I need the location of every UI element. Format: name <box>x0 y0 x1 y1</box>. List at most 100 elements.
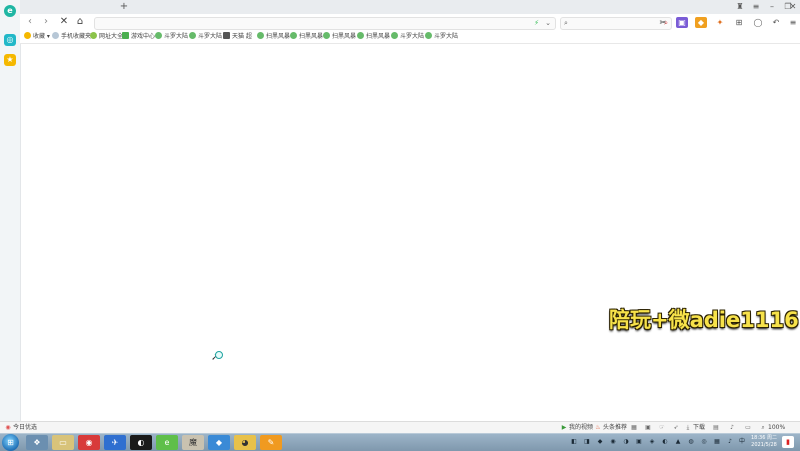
ime-icon[interactable]: 中 <box>738 438 746 446</box>
tray-icon[interactable]: ◧ <box>570 438 578 446</box>
shirt-skin-icon[interactable]: ♜ <box>732 0 748 14</box>
tray-icon[interactable]: ◑ <box>622 438 630 446</box>
globe-icon <box>290 32 297 39</box>
globe-icon <box>189 32 196 39</box>
lightning-icon[interactable]: ⚡ <box>534 18 539 29</box>
star-icon <box>24 32 31 39</box>
start-button[interactable]: ⊞ <box>2 434 19 451</box>
screenshot-icon[interactable]: ▣ <box>644 424 652 432</box>
tray-icon[interactable]: ◐ <box>661 438 669 446</box>
forward-icon[interactable]: › <box>40 16 52 28</box>
globe-icon <box>391 32 398 39</box>
bird-app-icon[interactable]: ✈ <box>104 435 126 450</box>
extension-icon[interactable]: ▣ <box>676 17 688 28</box>
new-tab-button[interactable]: + <box>119 0 129 14</box>
speaker-icon[interactable]: ♪ <box>728 424 736 432</box>
bookmark-item[interactable]: 斗罗大陆 <box>189 32 222 42</box>
close-icon[interactable]: ✕ <box>787 0 799 14</box>
taskbar: ⊞ ❖ ▭ ◉ ✈ ◐ e 魔 ◆ ◕ ✎ ◧ ◨ ◆ ◉ ◑ ▣ ◈ ◐ ▲ … <box>0 433 800 451</box>
zoom-icon: ⌕ <box>761 424 765 431</box>
globe-icon <box>257 32 264 39</box>
minimize-button[interactable]: – <box>764 0 780 14</box>
tray-icon[interactable]: ◉ <box>609 438 617 446</box>
window-icon[interactable]: ▭ <box>744 424 752 432</box>
globe-icon <box>155 32 162 39</box>
obs-icon[interactable]: ◐ <box>130 435 152 450</box>
search-box[interactable]: ⌕ ⌕ <box>560 17 672 30</box>
bookmarks-bar: 收藏 ▾ 手机收藏夹 网址大全 游戏中心 斗罗大陆 斗罗大陆 天猫 超 扫黑风暴… <box>20 31 800 44</box>
scissors-icon[interactable]: ✂ <box>657 17 669 28</box>
notification-icon[interactable]: ▮ <box>782 436 794 448</box>
game-controller-icon[interactable]: ✦ <box>714 17 726 28</box>
chat-app-icon[interactable]: ◆ <box>208 435 230 450</box>
rocket-icon[interactable]: ➶ <box>672 424 680 432</box>
sync-icon[interactable]: ◯ <box>752 17 764 28</box>
video-icon: ▶ <box>561 424 567 431</box>
sidebar-app-icon[interactable]: ◎ <box>4 34 16 46</box>
recommend-icon: ◉ <box>5 424 11 431</box>
tool-app-icon[interactable]: ✎ <box>260 435 282 450</box>
stop-icon[interactable]: ✕ <box>58 16 70 28</box>
bookmark-item[interactable]: 斗罗大陆 <box>155 32 188 42</box>
menu-icon[interactable]: ≡ <box>748 0 764 14</box>
clock[interactable]: 18:36 周二 2021/5/28 <box>749 435 779 449</box>
busy-cursor-icon <box>215 351 223 359</box>
side-panel: e ◎ ★ <box>0 0 21 421</box>
volume-icon[interactable]: ♪ <box>726 438 734 446</box>
calendar-icon[interactable]: ▦ <box>630 424 638 432</box>
bookmark-item[interactable]: 网址大全 <box>90 32 123 42</box>
watermark-text: 陪玩+微adie1116 <box>609 308 799 332</box>
browser-logo-icon[interactable]: e <box>4 5 16 17</box>
fire-icon: ♨ <box>595 424 601 431</box>
owl-app-icon[interactable]: ◕ <box>234 435 256 450</box>
search-icon: ⌕ <box>564 19 568 27</box>
bookmark-item[interactable]: 游戏中心 <box>122 32 155 42</box>
tray-icon[interactable]: ◎ <box>700 438 708 446</box>
network-icon[interactable]: ▦ <box>713 438 721 446</box>
page-icon[interactable]: ▤ <box>712 424 720 432</box>
globe-icon <box>357 32 364 39</box>
undo-icon[interactable]: ↶ <box>770 17 782 28</box>
game-taskbar-icon[interactable]: 魔 <box>182 435 204 450</box>
clock-date: 2021/5/28 <box>751 442 777 448</box>
clock-time: 18:36 周二 <box>751 435 777 441</box>
bookmark-item[interactable]: 天猫 超 <box>223 32 252 42</box>
phone-icon <box>52 32 59 39</box>
folder-icon[interactable]: ▭ <box>52 435 74 450</box>
hao-icon <box>90 32 97 39</box>
download-icon: ⤓ <box>686 424 690 431</box>
bookmark-item[interactable]: 斗罗大陆 <box>425 32 458 42</box>
bookmark-item[interactable]: 收藏 ▾ <box>24 32 50 42</box>
bookmark-item[interactable]: 扫黑风暴 <box>257 32 290 42</box>
globe-icon <box>323 32 330 39</box>
windows-app-icon[interactable]: ❖ <box>26 435 48 450</box>
browser-taskbar-icon[interactable]: e <box>156 435 178 450</box>
hand-icon[interactable]: ☞ <box>658 424 666 432</box>
tmall-icon <box>223 32 230 39</box>
sidebar-favorites-icon[interactable]: ★ <box>4 54 16 66</box>
bookmark-item[interactable]: 扫黑风暴 <box>323 32 356 42</box>
tray-icon[interactable]: ▲ <box>674 438 682 446</box>
navigation-bar: ‹ › ✕ ⌂ ⚡ ⌄ ⌕ ⌕ ✂ ▣ ◆ ✦ ⊞ ◯ ↶ ≡ <box>20 14 800 31</box>
tray-icon[interactable]: ◍ <box>687 438 695 446</box>
tray-icon[interactable]: ◈ <box>648 438 656 446</box>
chevron-down-icon[interactable]: ⌄ <box>545 18 551 29</box>
bookmark-item[interactable]: 扫黑风暴 <box>357 32 390 42</box>
tab-strip: + ♜ ≡ – ❐ <box>20 0 800 14</box>
menu-icon[interactable]: ≡ <box>787 17 799 28</box>
tray-icon[interactable]: ◨ <box>583 438 591 446</box>
bookmark-item[interactable]: 斗罗大陆 <box>391 32 424 42</box>
address-bar[interactable]: ⚡ ⌄ <box>94 17 556 30</box>
grid-apps-icon[interactable]: ⊞ <box>733 17 745 28</box>
game-icon <box>122 32 129 39</box>
bookmark-item[interactable]: 手机收藏夹 <box>52 32 91 42</box>
tray-icon[interactable]: ▣ <box>635 438 643 446</box>
bookmark-item[interactable]: 扫黑风暴 <box>290 32 323 42</box>
home-icon[interactable]: ⌂ <box>74 16 86 28</box>
page-content[interactable] <box>21 44 800 421</box>
globe-icon <box>425 32 432 39</box>
tray-icon[interactable]: ◆ <box>596 438 604 446</box>
shield-icon[interactable]: ◆ <box>695 17 707 28</box>
music-app-icon[interactable]: ◉ <box>78 435 100 450</box>
back-icon[interactable]: ‹ <box>24 16 36 28</box>
